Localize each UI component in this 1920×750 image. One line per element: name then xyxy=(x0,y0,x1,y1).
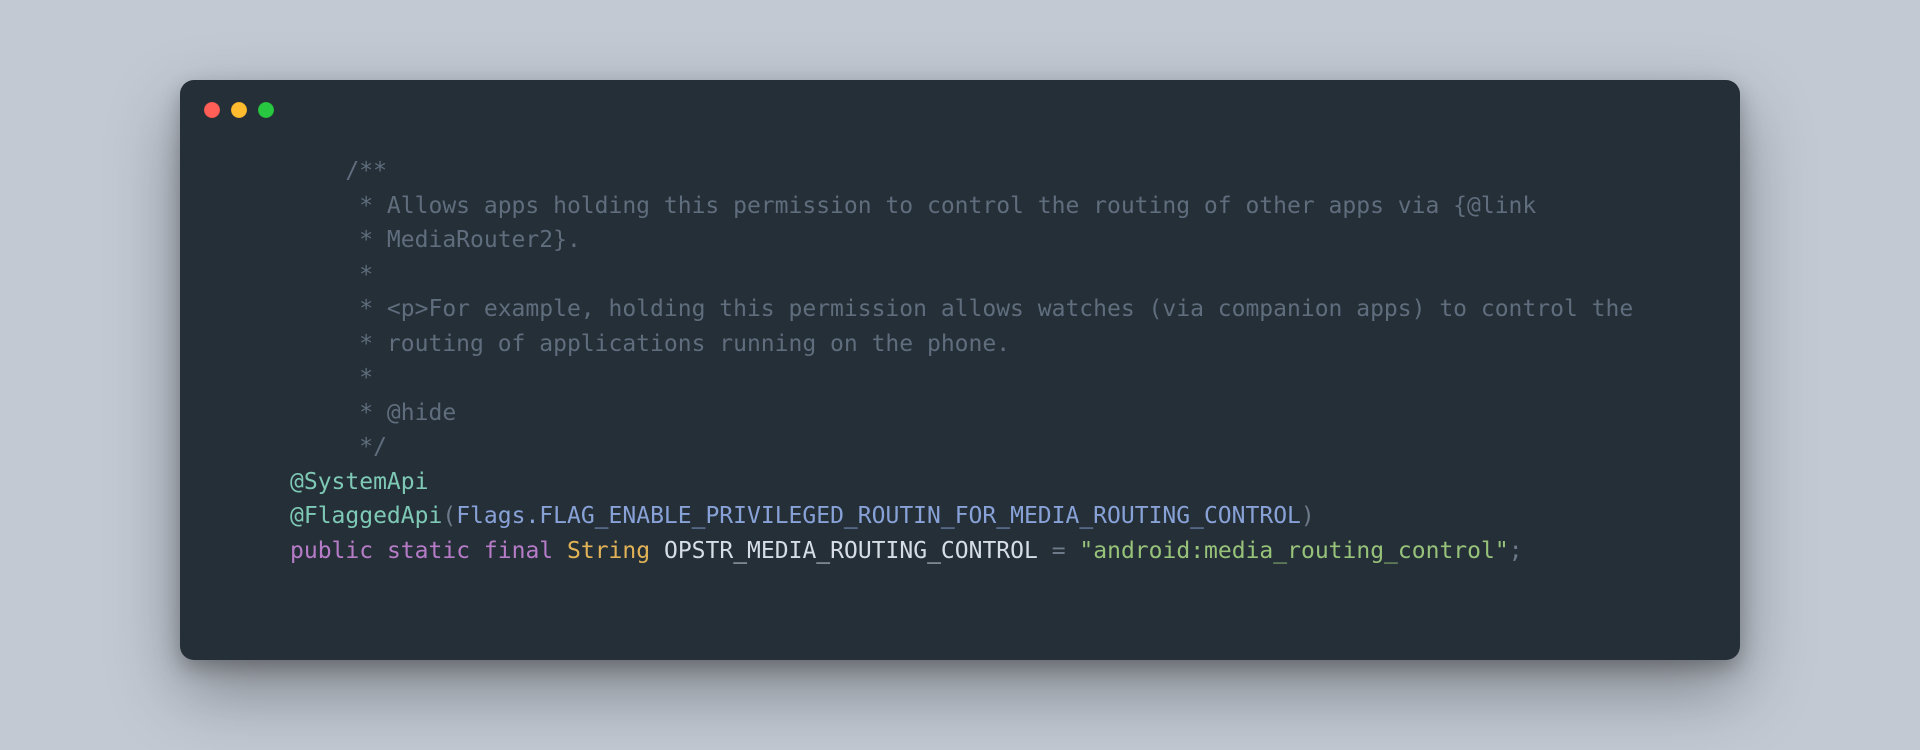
code-window: /** * Allows apps holding this permissio… xyxy=(180,80,1740,660)
code-block: /** * Allows apps holding this permissio… xyxy=(180,118,1740,568)
flags-class: Flags xyxy=(456,503,525,529)
minimize-icon[interactable] xyxy=(231,102,247,118)
annotation-flaggedapi: @FlaggedApi xyxy=(290,503,442,529)
string-literal: "android:media_routing_control" xyxy=(1079,538,1508,564)
flag-constant: FLAG_ENABLE_PRIVILEGED_ROUTIN_FOR_MEDIA_… xyxy=(539,503,1301,529)
window-controls xyxy=(180,80,1740,118)
annotation-systemapi: @SystemApi xyxy=(290,469,428,495)
zoom-icon[interactable] xyxy=(258,102,274,118)
keyword-static: static xyxy=(387,538,470,564)
field-name: OPSTR_MEDIA_ROUTING_CONTROL xyxy=(664,538,1038,564)
keyword-final: final xyxy=(484,538,553,564)
paren-close: ) xyxy=(1301,503,1315,529)
keyword-public: public xyxy=(290,538,373,564)
paren-open: ( xyxy=(442,503,456,529)
comment-line: /** * Allows apps holding this permissio… xyxy=(290,158,1633,460)
type-string: String xyxy=(567,538,650,564)
close-icon[interactable] xyxy=(204,102,220,118)
